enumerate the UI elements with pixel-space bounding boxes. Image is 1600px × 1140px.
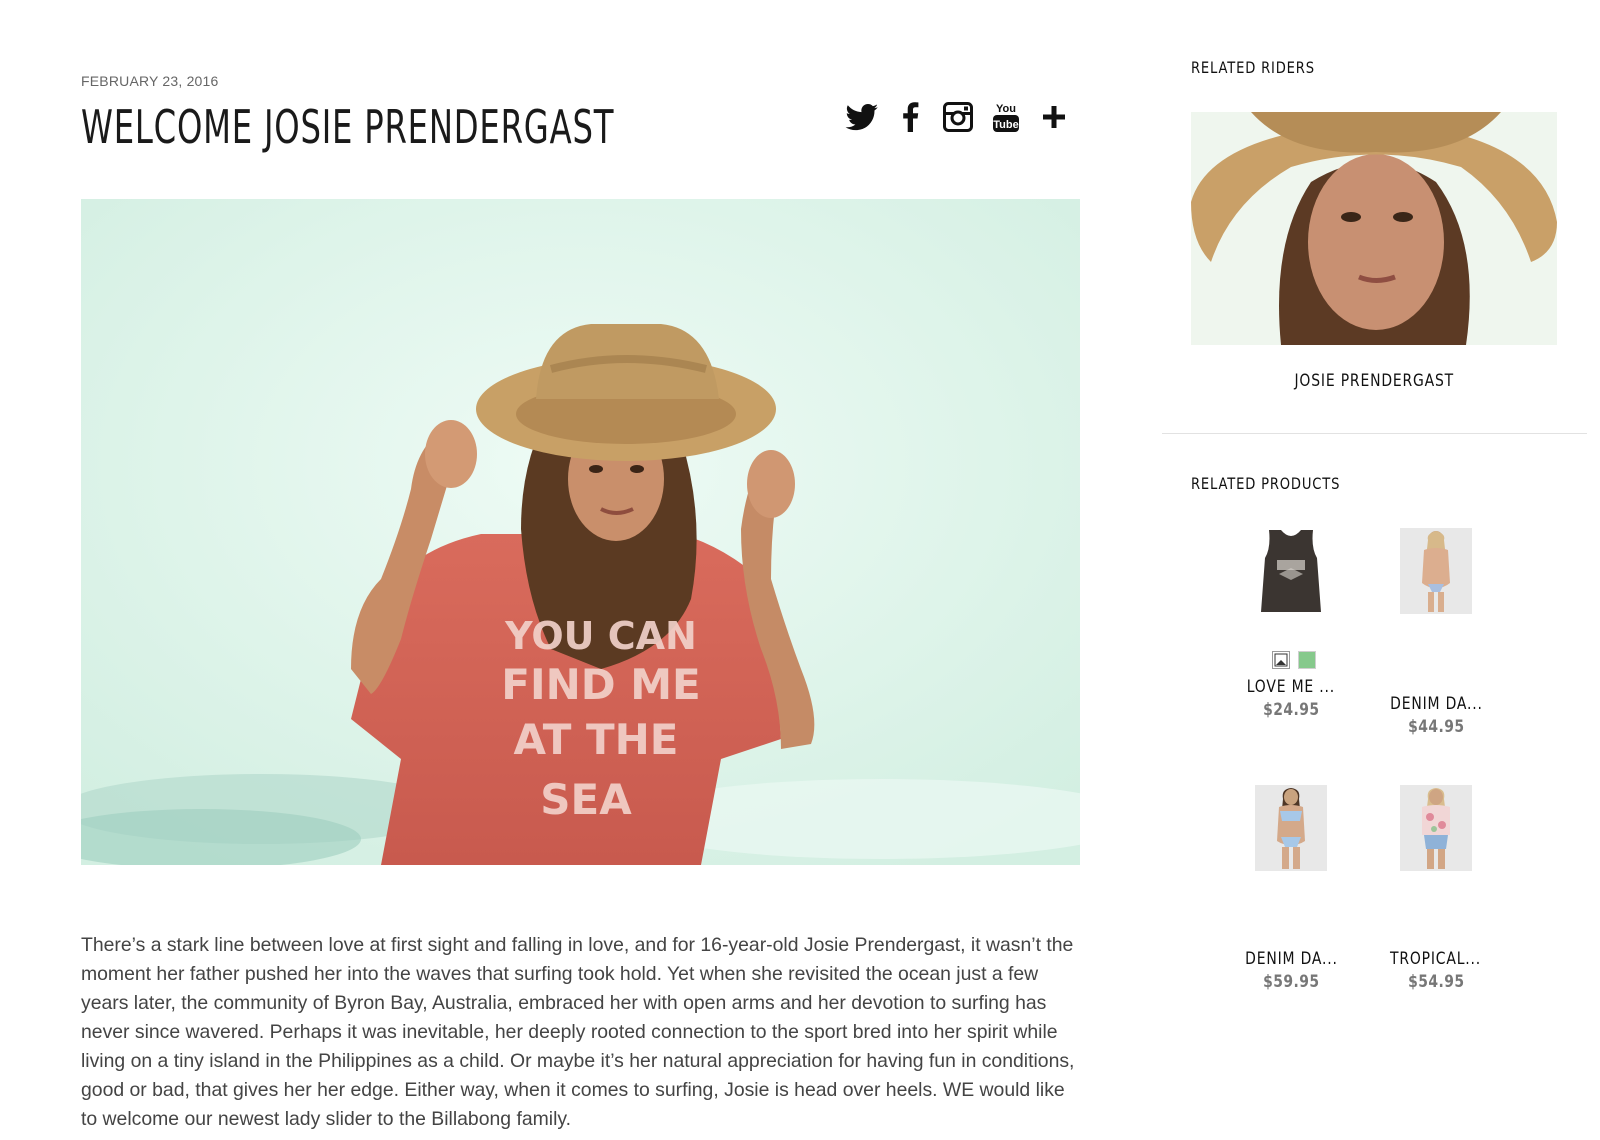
facebook-icon[interactable] <box>893 100 927 134</box>
product-price: $59.95 <box>1216 972 1366 992</box>
hero-image: YOU CAN FIND ME AT THE SEA <box>81 199 1080 865</box>
rider-name-text[interactable]: JOSIE PRENDERGAST <box>1294 371 1453 391</box>
related-products-heading: RELATED PRODUCTS <box>1191 474 1341 493</box>
swatch-white[interactable] <box>1272 651 1290 669</box>
product-thumbnail[interactable] <box>1400 528 1472 614</box>
shirt-text-1: YOU CAN <box>504 614 697 658</box>
product-thumbnail[interactable] <box>1400 785 1472 871</box>
youtube-text-top: You <box>996 103 1016 115</box>
product-thumbnail[interactable] <box>1255 785 1327 871</box>
rider-name[interactable]: JOSIE PRENDERGAST <box>1191 371 1557 391</box>
instagram-icon[interactable] <box>941 100 975 134</box>
product-name[interactable]: TROPICAL... <box>1361 949 1511 969</box>
product-name-text[interactable]: DENIM DA... <box>1390 694 1483 714</box>
product-price-text: $54.95 <box>1407 972 1465 992</box>
product-name[interactable]: DENIM DA... <box>1216 949 1366 969</box>
related-riders-heading: RELATED RIDERS <box>1191 58 1315 77</box>
product-name[interactable]: DENIM DA... <box>1361 694 1511 714</box>
twitter-icon[interactable] <box>845 100 879 134</box>
page-title: WELCOME JOSIE PRENDERGAST <box>81 100 615 154</box>
swatch-green[interactable] <box>1298 651 1316 669</box>
product-name[interactable]: LOVE ME ... <box>1216 677 1366 697</box>
youtube-icon[interactable]: You Tube <box>989 100 1023 134</box>
article-date: FEBRUARY 23, 2016 <box>81 73 219 89</box>
product-name-text[interactable]: TROPICAL... <box>1390 949 1481 969</box>
product-price: $54.95 <box>1361 972 1511 992</box>
plus-icon[interactable] <box>1037 100 1071 134</box>
product-price-text: $44.95 <box>1407 717 1465 737</box>
product-price-text: $24.95 <box>1262 700 1320 720</box>
product-price: $24.95 <box>1216 700 1366 720</box>
shirt-text-2: FIND ME <box>501 660 700 709</box>
youtube-text-bottom: Tube <box>993 119 1018 131</box>
shirt-text-3: AT THE <box>513 715 678 764</box>
social-share-bar: You Tube <box>845 100 1071 134</box>
sidebar-divider <box>1162 433 1587 434</box>
article-body: There’s a stark line between love at fir… <box>81 934 1075 1130</box>
product-price-text: $59.95 <box>1262 972 1320 992</box>
product-name-text[interactable]: DENIM DA... <box>1245 949 1338 969</box>
product-price: $44.95 <box>1361 717 1511 737</box>
product-thumbnail[interactable] <box>1255 528 1327 614</box>
rider-photo[interactable] <box>1191 112 1557 345</box>
shirt-text-4: SEA <box>540 775 632 824</box>
product-name-text[interactable]: LOVE ME ... <box>1247 677 1335 697</box>
